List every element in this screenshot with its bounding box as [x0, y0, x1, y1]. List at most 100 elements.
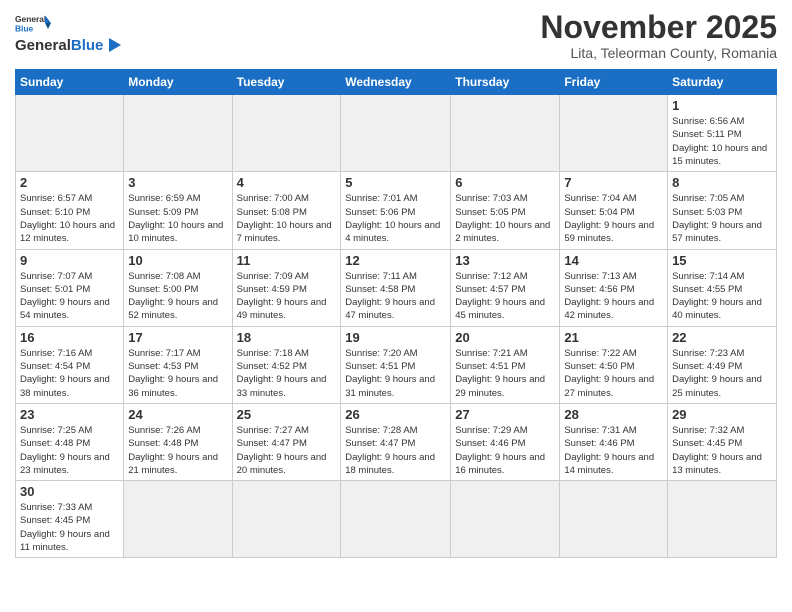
- calendar-header-tuesday: Tuesday: [232, 70, 341, 95]
- day-number: 3: [128, 175, 227, 190]
- day-number: 24: [128, 407, 227, 422]
- day-info: Sunrise: 7:07 AM Sunset: 5:01 PM Dayligh…: [20, 270, 119, 323]
- day-info: Sunrise: 7:04 AM Sunset: 5:04 PM Dayligh…: [564, 192, 663, 245]
- day-info: Sunrise: 7:28 AM Sunset: 4:47 PM Dayligh…: [345, 424, 446, 477]
- page: General Blue General Blue November 2025 …: [0, 0, 792, 612]
- month-title: November 2025: [540, 10, 777, 45]
- title-block: November 2025 Lita, Teleorman County, Ro…: [540, 10, 777, 61]
- calendar-cell: 23 Sunrise: 7:25 AM Sunset: 4:48 PM Dayli…: [16, 403, 124, 480]
- generalblue-logo: General Blue: [15, 12, 51, 34]
- calendar-cell: 27Sunrise: 7:29 AM Sunset: 4:46 PM Dayli…: [451, 403, 560, 480]
- day-number: 12: [345, 253, 446, 268]
- calendar-cell: 24 Sunrise: 7:26 AM Sunset: 4:48 PM Dayli…: [124, 403, 232, 480]
- calendar-cell: 4 Sunrise: 7:00 AM Sunset: 5:08 PM Daylig…: [232, 172, 341, 249]
- calendar-cell: [232, 481, 341, 558]
- day-number: 20: [455, 330, 555, 345]
- calendar-cell: 19 Sunrise: 7:20 AM Sunset: 4:51 PM Dayli…: [341, 326, 451, 403]
- day-info: Sunrise: 7:12 AM Sunset: 4:57 PM Dayligh…: [455, 270, 555, 323]
- calendar-cell: [341, 481, 451, 558]
- calendar-header-monday: Monday: [124, 70, 232, 95]
- day-info: Sunrise: 7:31 AM Sunset: 4:46 PM Dayligh…: [564, 424, 663, 477]
- calendar-cell: 22 Sunrise: 7:23 AM Sunset: 4:49 PM Dayli…: [668, 326, 777, 403]
- calendar-week-row: 2Sunrise: 6:57 AM Sunset: 5:10 PM Daylig…: [16, 172, 777, 249]
- day-number: 8: [672, 175, 772, 190]
- day-number: 21: [564, 330, 663, 345]
- day-info: Sunrise: 7:01 AM Sunset: 5:06 PM Dayligh…: [345, 192, 446, 245]
- calendar-cell: [232, 95, 341, 172]
- day-info: Sunrise: 7:08 AM Sunset: 5:00 PM Dayligh…: [128, 270, 227, 323]
- calendar-cell: [341, 95, 451, 172]
- calendar-week-row: 16Sunrise: 7:16 AM Sunset: 4:54 PM Dayli…: [16, 326, 777, 403]
- day-number: 17: [128, 330, 227, 345]
- day-number: 19: [345, 330, 446, 345]
- calendar-cell: 5 Sunrise: 7:01 AM Sunset: 5:06 PM Daylig…: [341, 172, 451, 249]
- day-info: Sunrise: 6:56 AM Sunset: 5:11 PM Dayligh…: [672, 115, 772, 168]
- day-number: 25: [237, 407, 337, 422]
- day-info: Sunrise: 7:27 AM Sunset: 4:47 PM Dayligh…: [237, 424, 337, 477]
- day-info: Sunrise: 7:03 AM Sunset: 5:05 PM Dayligh…: [455, 192, 555, 245]
- day-info: Sunrise: 7:00 AM Sunset: 5:08 PM Dayligh…: [237, 192, 337, 245]
- day-number: 15: [672, 253, 772, 268]
- day-number: 23: [20, 407, 119, 422]
- day-info: Sunrise: 7:16 AM Sunset: 4:54 PM Dayligh…: [20, 347, 119, 400]
- calendar-cell: 14 Sunrise: 7:13 AM Sunset: 4:56 PM Dayli…: [560, 249, 668, 326]
- day-number: 22: [672, 330, 772, 345]
- day-number: 10: [128, 253, 227, 268]
- calendar-cell: [451, 481, 560, 558]
- day-info: Sunrise: 7:13 AM Sunset: 4:56 PM Dayligh…: [564, 270, 663, 323]
- day-info: Sunrise: 7:17 AM Sunset: 4:53 PM Dayligh…: [128, 347, 227, 400]
- calendar-cell: 9Sunrise: 7:07 AM Sunset: 5:01 PM Daylig…: [16, 249, 124, 326]
- day-info: Sunrise: 7:18 AM Sunset: 4:52 PM Dayligh…: [237, 347, 337, 400]
- calendar-cell: 11Sunrise: 7:09 AM Sunset: 4:59 PM Dayli…: [232, 249, 341, 326]
- calendar-cell: 20Sunrise: 7:21 AM Sunset: 4:51 PM Dayli…: [451, 326, 560, 403]
- subtitle: Lita, Teleorman County, Romania: [540, 45, 777, 61]
- calendar-cell: 6 Sunrise: 7:03 AM Sunset: 5:05 PM Daylig…: [451, 172, 560, 249]
- calendar-cell: 25 Sunrise: 7:27 AM Sunset: 4:47 PM Dayli…: [232, 403, 341, 480]
- day-info: Sunrise: 7:05 AM Sunset: 5:03 PM Dayligh…: [672, 192, 772, 245]
- day-number: 13: [455, 253, 555, 268]
- day-number: 1: [672, 98, 772, 113]
- day-info: Sunrise: 7:22 AM Sunset: 4:50 PM Dayligh…: [564, 347, 663, 400]
- calendar-header-friday: Friday: [560, 70, 668, 95]
- calendar-week-row: 9Sunrise: 7:07 AM Sunset: 5:01 PM Daylig…: [16, 249, 777, 326]
- calendar-cell: 21 Sunrise: 7:22 AM Sunset: 4:50 PM Dayli…: [560, 326, 668, 403]
- day-info: Sunrise: 6:59 AM Sunset: 5:09 PM Dayligh…: [128, 192, 227, 245]
- calendar-header-thursday: Thursday: [451, 70, 560, 95]
- calendar-header-saturday: Saturday: [668, 70, 777, 95]
- day-number: 27: [455, 407, 555, 422]
- calendar-cell: 7 Sunrise: 7:04 AM Sunset: 5:04 PM Daylig…: [560, 172, 668, 249]
- day-number: 7: [564, 175, 663, 190]
- calendar-cell: [560, 95, 668, 172]
- calendar-cell: 18 Sunrise: 7:18 AM Sunset: 4:52 PM Dayli…: [232, 326, 341, 403]
- day-info: Sunrise: 7:14 AM Sunset: 4:55 PM Dayligh…: [672, 270, 772, 323]
- calendar-cell: 16Sunrise: 7:16 AM Sunset: 4:54 PM Dayli…: [16, 326, 124, 403]
- day-info: Sunrise: 7:32 AM Sunset: 4:45 PM Dayligh…: [672, 424, 772, 477]
- calendar-cell: 1 Sunrise: 6:56 AM Sunset: 5:11 PM Daylig…: [668, 95, 777, 172]
- day-number: 28: [564, 407, 663, 422]
- day-number: 5: [345, 175, 446, 190]
- calendar-header-wednesday: Wednesday: [341, 70, 451, 95]
- calendar-cell: [124, 481, 232, 558]
- day-number: 30: [20, 484, 119, 499]
- day-number: 11: [237, 253, 337, 268]
- header: General Blue General Blue November 2025 …: [15, 10, 777, 61]
- day-info: Sunrise: 6:57 AM Sunset: 5:10 PM Dayligh…: [20, 192, 119, 245]
- calendar-week-row: 23 Sunrise: 7:25 AM Sunset: 4:48 PM Dayli…: [16, 403, 777, 480]
- calendar-cell: 2Sunrise: 6:57 AM Sunset: 5:10 PM Daylig…: [16, 172, 124, 249]
- day-info: Sunrise: 7:25 AM Sunset: 4:48 PM Dayligh…: [20, 424, 119, 477]
- day-info: Sunrise: 7:33 AM Sunset: 4:45 PM Dayligh…: [20, 501, 119, 554]
- day-info: Sunrise: 7:11 AM Sunset: 4:58 PM Dayligh…: [345, 270, 446, 323]
- calendar-week-row: 30 Sunrise: 7:33 AM Sunset: 4:45 PM Dayli…: [16, 481, 777, 558]
- day-number: 6: [455, 175, 555, 190]
- day-number: 14: [564, 253, 663, 268]
- day-number: 4: [237, 175, 337, 190]
- day-info: Sunrise: 7:23 AM Sunset: 4:49 PM Dayligh…: [672, 347, 772, 400]
- day-info: Sunrise: 7:26 AM Sunset: 4:48 PM Dayligh…: [128, 424, 227, 477]
- day-info: Sunrise: 7:20 AM Sunset: 4:51 PM Dayligh…: [345, 347, 446, 400]
- calendar-cell: 10 Sunrise: 7:08 AM Sunset: 5:00 PM Dayli…: [124, 249, 232, 326]
- calendar-cell: 12 Sunrise: 7:11 AM Sunset: 4:58 PM Dayli…: [341, 249, 451, 326]
- day-number: 18: [237, 330, 337, 345]
- svg-text:Blue: Blue: [15, 23, 34, 33]
- calendar-header-sunday: Sunday: [16, 70, 124, 95]
- logo-blue-text: Blue: [71, 37, 104, 54]
